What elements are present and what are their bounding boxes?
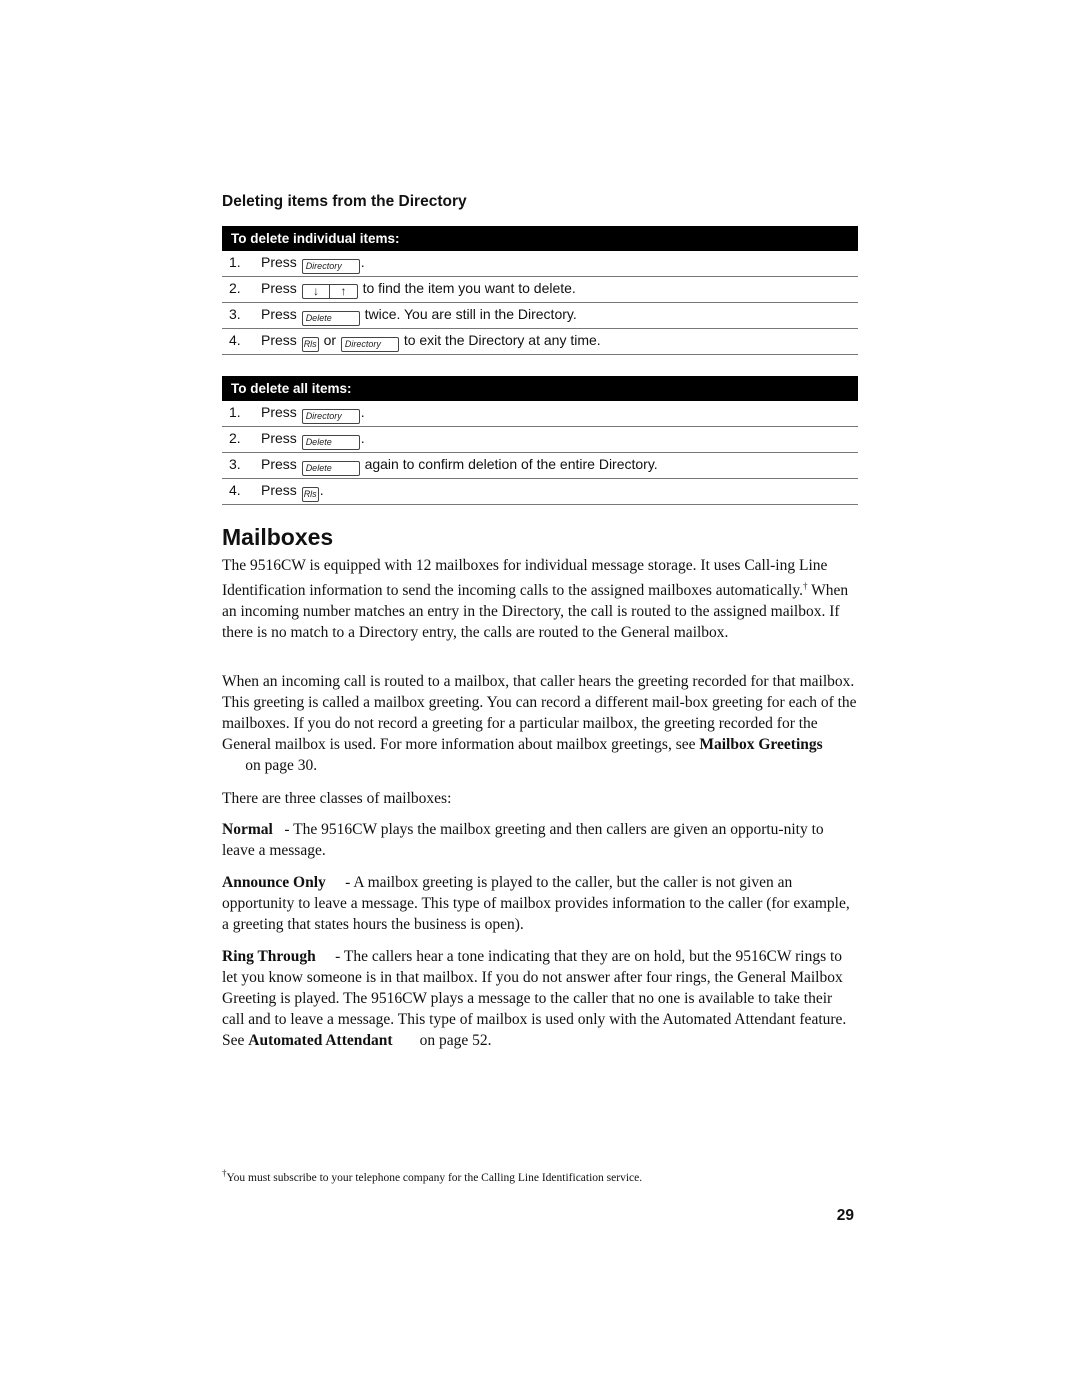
step-row: 2. Press ↓ ↑ to find the item you want to… bbox=[222, 277, 858, 303]
step-text: . bbox=[319, 482, 324, 498]
directory-key-icon: Directory bbox=[301, 259, 360, 274]
step-number: 4. bbox=[229, 332, 241, 348]
procedure-delete-individual: To delete individual items: 1. Press Dir… bbox=[222, 226, 858, 355]
automated-attendant-link[interactable]: Automated Attendant bbox=[248, 1032, 392, 1049]
class-desc: - The 9516CW plays the mailbox greeting … bbox=[222, 821, 828, 859]
step-row: 3. Press Delete twice. You are still in … bbox=[222, 303, 858, 329]
step-number: 2. bbox=[229, 430, 241, 446]
mailbox-greetings-link[interactable]: Mailbox Greetings bbox=[699, 736, 822, 753]
step-press: Press bbox=[261, 332, 297, 348]
delete-key-icon: Delete bbox=[301, 435, 360, 450]
step-text: . bbox=[360, 430, 365, 446]
step-text: twice. You are still in the Directory. bbox=[364, 306, 577, 322]
step-row: 3. Press Delete again to confirm deletio… bbox=[222, 453, 858, 479]
footnote: †You must subscribe to your telephone co… bbox=[222, 1168, 642, 1184]
step-number: 1. bbox=[229, 254, 241, 270]
section-title: Deleting items from the Directory bbox=[222, 193, 467, 210]
directory-key-icon: Directory bbox=[340, 337, 399, 352]
class-normal: Normal - The 9516CW plays the mailbox gr… bbox=[222, 819, 858, 861]
step-row: 4. Press Rls. bbox=[222, 479, 858, 505]
paragraph-text: on page 30. bbox=[222, 757, 318, 774]
class-ring-through: Ring Through - The callers hear a tone i… bbox=[222, 946, 858, 1051]
mailboxes-intro-paragraph: The 9516CW is equipped with 12 mailboxes… bbox=[222, 555, 858, 643]
step-text: to find the item you want to delete. bbox=[362, 280, 576, 296]
step-number: 3. bbox=[229, 306, 241, 322]
procedure-header: To delete individual items: bbox=[222, 226, 858, 251]
step-text: . bbox=[360, 254, 365, 270]
step-number: 4. bbox=[229, 482, 241, 498]
step-press: Press bbox=[261, 482, 297, 498]
step-text: again to confirm deletion of the entire … bbox=[364, 456, 658, 472]
procedure-delete-all: To delete all items: 1. Press Directory.… bbox=[222, 376, 858, 505]
step-press: Press bbox=[261, 254, 297, 270]
step-press: Press bbox=[261, 430, 297, 446]
step-press: Press bbox=[261, 306, 297, 322]
step-or: or bbox=[323, 332, 337, 348]
class-announce-only: Announce Only - A mailbox greeting is pl… bbox=[222, 872, 858, 935]
arrow-down-icon: ↓ bbox=[312, 284, 319, 298]
arrow-up-icon: ↑ bbox=[329, 285, 357, 298]
arrow-keys-icon: ↓ ↑ bbox=[301, 284, 358, 299]
footnote-text: You must subscribe to your telephone com… bbox=[226, 1171, 643, 1184]
step-row: 1. Press Directory. bbox=[222, 251, 858, 277]
class-name: Ring Through bbox=[222, 948, 316, 965]
directory-key-icon: Directory bbox=[301, 409, 360, 424]
step-row: 2. Press Delete. bbox=[222, 427, 858, 453]
delete-key-icon: Delete bbox=[301, 461, 360, 476]
procedure-header: To delete all items: bbox=[222, 376, 858, 401]
step-row: 4. Press Rls or Directory to exit the Di… bbox=[222, 329, 858, 355]
mailboxes-heading: Mailboxes bbox=[222, 524, 334, 550]
class-desc-after: on page 52. bbox=[392, 1032, 492, 1049]
step-press: Press bbox=[261, 404, 297, 420]
step-row: 1. Press Directory. bbox=[222, 401, 858, 427]
classes-intro: There are three classes of mailboxes: bbox=[222, 790, 452, 807]
greeting-paragraph: When an incoming call is routed to a mai… bbox=[222, 671, 858, 776]
step-number: 2. bbox=[229, 280, 241, 296]
step-text: . bbox=[360, 404, 365, 420]
delete-key-icon: Delete bbox=[301, 311, 360, 326]
page-number: 29 bbox=[836, 1207, 854, 1224]
class-name: Announce Only bbox=[222, 874, 326, 891]
step-number: 3. bbox=[229, 456, 241, 472]
paragraph-text: The 9516CW is equipped with 12 mailboxes… bbox=[222, 557, 828, 600]
class-name: Normal bbox=[222, 821, 273, 838]
step-press: Press bbox=[261, 280, 297, 296]
rls-key-icon: Rls bbox=[301, 487, 319, 502]
step-text: to exit the Directory at any time. bbox=[403, 332, 601, 348]
step-press: Press bbox=[261, 456, 297, 472]
step-number: 1. bbox=[229, 404, 241, 420]
rls-key-icon: Rls bbox=[301, 337, 319, 352]
